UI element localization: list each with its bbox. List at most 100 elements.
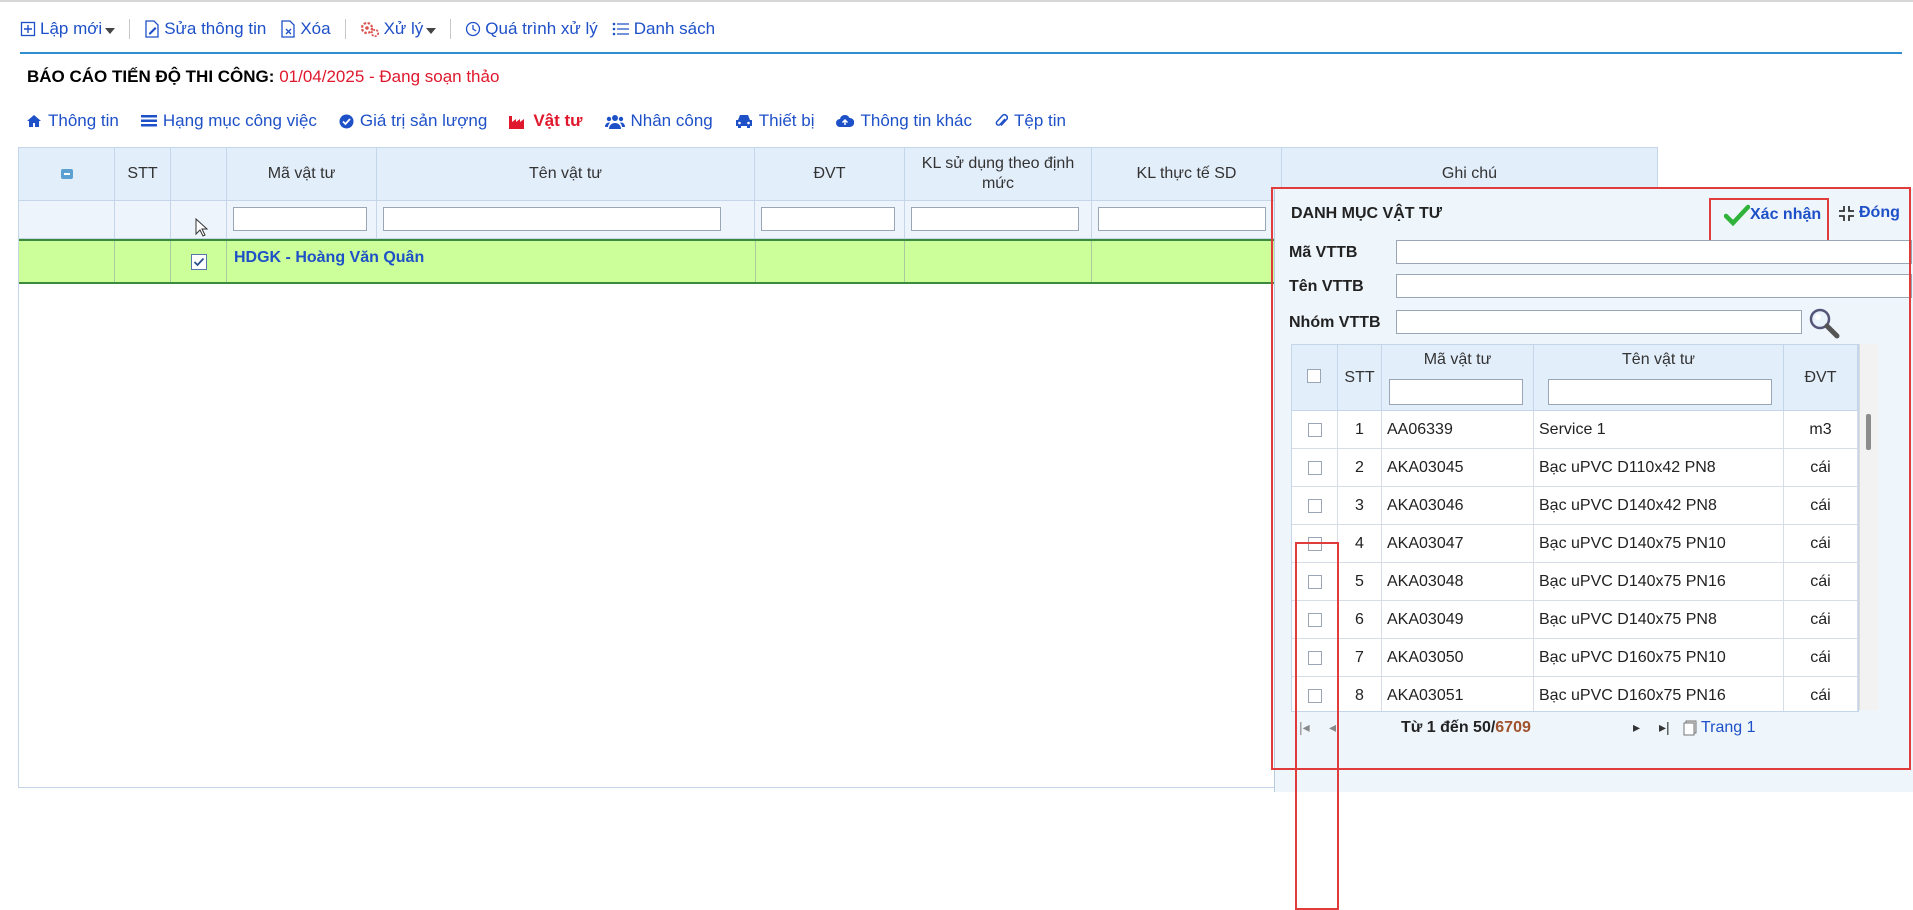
tab-thong-tin-khac[interactable]: Thông tin khác bbox=[836, 111, 972, 131]
col-header-ma-vat-tu: Mã vật tư bbox=[227, 147, 377, 201]
row-code: AA06339 bbox=[1382, 411, 1534, 448]
search-icon[interactable] bbox=[1807, 306, 1841, 340]
tab-thiet-bi[interactable]: Thiết bị bbox=[735, 111, 814, 131]
popup-scrollbar[interactable] bbox=[1859, 344, 1878, 710]
page-title-status: 01/04/2025 - Đang soạn thảo bbox=[279, 67, 500, 86]
material-picker-popup: DANH MỤC VẬT TƯ Xác nhận Đóng Mã VTTB Tê… bbox=[1274, 188, 1913, 910]
table-row[interactable]: 4 AKA03047 Bạc uPVC D140x75 PN10 cái bbox=[1292, 525, 1858, 563]
group-row[interactable]: HDGK - Hoàng Văn Quân bbox=[19, 239, 1293, 284]
table-row[interactable]: 1 AA06339 Service 1 m3 bbox=[1292, 411, 1858, 449]
tab-tep-tin[interactable]: Tệp tin bbox=[994, 111, 1066, 131]
row-code: AKA03045 bbox=[1382, 449, 1534, 486]
collapse-icon[interactable] bbox=[60, 169, 73, 179]
row-stt-text: 3 bbox=[1355, 496, 1364, 514]
popup-filter-ten-input[interactable] bbox=[1548, 379, 1772, 405]
table-row[interactable]: 7 AKA03050 Bạc uPVC D160x75 PN10 cái bbox=[1292, 639, 1858, 677]
factory-icon bbox=[509, 115, 525, 129]
popup-col-header-dvt: ĐVT bbox=[1784, 345, 1858, 411]
table-row[interactable]: 3 AKA03046 Bạc uPVC D140x42 PN8 cái bbox=[1292, 487, 1858, 525]
popup-title: DANH MỤC VẬT TƯ bbox=[1291, 205, 1443, 222]
row-stt: 1 bbox=[1338, 411, 1382, 448]
filter-name-input[interactable] bbox=[1396, 274, 1912, 298]
popup-col-header-ten: Tên vật tư bbox=[1534, 345, 1784, 411]
row-unit-text: cái bbox=[1810, 534, 1831, 552]
prev-page-icon[interactable]: ◂ bbox=[1329, 719, 1336, 736]
cloud-upload-icon bbox=[836, 114, 855, 127]
popup-filter-ma-input[interactable] bbox=[1389, 379, 1523, 405]
select-all-checkbox[interactable] bbox=[1307, 369, 1321, 383]
scrollbar-thumb[interactable] bbox=[1866, 414, 1871, 450]
tab-label: Thông tin khác bbox=[860, 111, 972, 130]
table-row[interactable]: 5 AKA03048 Bạc uPVC D140x75 PN16 cái bbox=[1292, 563, 1858, 601]
filter-cell bbox=[1092, 201, 1282, 239]
row-checkbox[interactable] bbox=[1307, 422, 1322, 437]
group-check-cell bbox=[171, 241, 227, 282]
row-code-text: AKA03048 bbox=[1387, 572, 1464, 590]
filter-ma-vat-tu-input[interactable] bbox=[233, 207, 367, 231]
tab-thong-tin[interactable]: Thông tin bbox=[26, 111, 119, 131]
filter-group-input[interactable] bbox=[1396, 310, 1802, 334]
row-code: AKA03048 bbox=[1382, 563, 1534, 600]
page-title-prefix: BÁO CÁO TIẾN ĐỘ THI CÔNG: bbox=[27, 67, 275, 86]
row-unit-text: cái bbox=[1810, 458, 1831, 476]
filter-kl-thuc-te-input[interactable] bbox=[1098, 207, 1266, 231]
close-button[interactable]: Đóng bbox=[1838, 204, 1900, 222]
page-selector[interactable]: Trang 1 bbox=[1683, 719, 1756, 737]
last-page-icon[interactable]: ▸| bbox=[1659, 719, 1670, 736]
delete-document-icon bbox=[281, 20, 295, 38]
table-row[interactable]: 6 AKA03049 Bạc uPVC D140x75 PN8 cái bbox=[1292, 601, 1858, 639]
shrink-icon bbox=[1839, 205, 1854, 221]
mouse-pointer-icon bbox=[195, 218, 209, 237]
history-button[interactable]: Quá trình xử lý bbox=[465, 19, 598, 39]
filter-dvt-input[interactable] bbox=[761, 207, 895, 231]
row-checkbox[interactable] bbox=[1307, 498, 1322, 513]
top-strip bbox=[0, 0, 1913, 2]
filter-ten-vat-tu-input[interactable] bbox=[383, 207, 721, 231]
filter-kl-dinh-muc-input[interactable] bbox=[911, 207, 1079, 231]
popup-col-header-stt: STT bbox=[1338, 345, 1382, 411]
row-name-text: Bạc uPVC D140x75 PN16 bbox=[1539, 572, 1726, 590]
group-cell bbox=[755, 241, 905, 282]
tab-label: Vật tư bbox=[533, 111, 583, 130]
next-page-icon[interactable]: ▸ bbox=[1633, 719, 1640, 736]
row-code-text: AKA03046 bbox=[1387, 496, 1464, 514]
row-checkbox[interactable] bbox=[1307, 460, 1322, 475]
delete-button[interactable]: Xóa bbox=[280, 19, 331, 39]
home-icon bbox=[27, 115, 41, 127]
table-row[interactable]: 2 AKA03045 Bạc uPVC D110x42 PN8 cái bbox=[1292, 449, 1858, 487]
material-table: STT Mã vật tư Tên vật tư ĐVT 1 AA06339 Ser… bbox=[1291, 344, 1859, 712]
popup-col-ma-label: Mã vật tư bbox=[1423, 351, 1492, 368]
tab-gia-tri[interactable]: Giá trị sản lượng bbox=[339, 111, 487, 131]
tab-nhan-cong[interactable]: Nhân công bbox=[604, 111, 713, 131]
edit-button[interactable]: Sửa thông tin bbox=[144, 19, 266, 39]
collapse-all-header[interactable] bbox=[19, 147, 115, 201]
new-button[interactable]: Lập mới bbox=[20, 19, 116, 39]
table-row[interactable]: 8 AKA03051 Bạc uPVC D160x75 PN16 cái bbox=[1292, 677, 1858, 711]
confirm-button[interactable]: Xác nhận bbox=[1724, 204, 1821, 226]
checkmark-icon bbox=[1724, 204, 1750, 226]
toolbar: Lập mới Sửa thông tin Xóa Xử lý Quá trìn… bbox=[20, 14, 729, 44]
row-unit-text: cái bbox=[1810, 572, 1831, 590]
tab-hang-muc[interactable]: Hạng mục công việc bbox=[140, 111, 317, 131]
first-page-icon[interactable]: |◂ bbox=[1299, 719, 1310, 736]
row-code-text: AKA03047 bbox=[1387, 534, 1464, 552]
process-button[interactable]: Xử lý bbox=[360, 19, 437, 39]
filter-code-label: Mã VTTB bbox=[1289, 244, 1358, 261]
group-checkbox[interactable] bbox=[190, 253, 207, 270]
filter-code-input[interactable] bbox=[1396, 240, 1912, 264]
tab-vat-tu[interactable]: Vật tư bbox=[509, 111, 583, 131]
col-header-stt: STT bbox=[115, 147, 171, 201]
row-name-text: Bạc uPVC D140x75 PN10 bbox=[1539, 534, 1726, 552]
row-name-text: Service 1 bbox=[1539, 420, 1606, 438]
popup-pager: |◂ ◂ Từ 1 đến 50/6709 ▸ ▸| Trang 1 bbox=[1293, 715, 1859, 743]
row-code: AKA03050 bbox=[1382, 639, 1534, 676]
list-icon bbox=[140, 115, 157, 127]
group-cell bbox=[115, 241, 171, 282]
list-button[interactable]: Danh sách bbox=[612, 19, 715, 39]
col-header-kl-dinh-muc: KL sử dụng theo định mức bbox=[905, 147, 1092, 201]
row-unit: cái bbox=[1784, 525, 1858, 562]
row-stt-text: 1 bbox=[1355, 420, 1364, 438]
pager-info: Từ 1 đến 50/6709 bbox=[1401, 719, 1531, 737]
pager-total: 6709 bbox=[1495, 719, 1531, 736]
row-stt-text: 4 bbox=[1355, 534, 1364, 552]
